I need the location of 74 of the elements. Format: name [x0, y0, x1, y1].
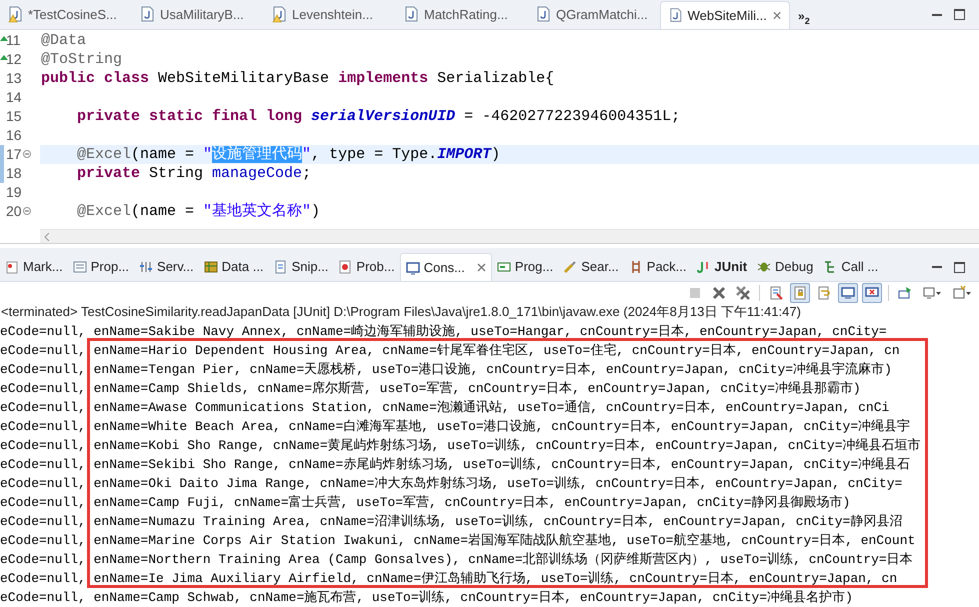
console-line: eCode=null, enName=Awase Communications Station, cnName=泡濑通讯站, useTo=通信, cnCountry=日本, enCountry=Japan, cnCi [0, 399, 890, 418]
console-error-icon[interactable] [862, 283, 882, 304]
code-line: @ToString [40, 50, 124, 69]
data-icon [204, 260, 218, 274]
console-line: eCode=null, enName=Ie Jima Auxiliary Airfield, cnName=伊江岛辅助飞行场, useTo=训练, cnCountry=日本, enCountry=Japan, cn [0, 570, 898, 588]
servers-icon [139, 260, 154, 274]
console-line: eCode=null, enName=Sekibi Sho Range, cnName=赤尾屿炸射练习场, useTo=训练, cnCountry=日本, enCountry=Japan, cnCity=冲绳县石 [0, 456, 912, 474]
maximize-icon [954, 262, 965, 273]
console-line: eCode=null, enName=Numazu Training Area, cnName=沼津训练场, useTo=训练, cnCountry=日本, enCountry=Japan, cnCity=静冈县沼 [0, 513, 904, 532]
debug-icon [757, 260, 772, 274]
view-tab[interactable]: Debug [752, 253, 818, 282]
console-line: eCode=null, enName=Camp Fuji, cnName=富士兵营, useTo=军营, cnCountry=日本, enCountry=Japan, cnCity=静冈县御殿场市) [0, 494, 852, 512]
line-number: 16 [5, 126, 22, 145]
maximize-icon [954, 9, 965, 20]
line-number: 15 [5, 106, 22, 126]
editor-tab[interactable]: UsaMilitaryB... [132, 0, 264, 29]
console-status-text: <terminated> TestCosineSimilarity.readJapanData [JUnit] D:\Program Files\Java\jre1.8.0_171\bin\javaw.exe (2024年8月13日 下午11:41:47) [0, 304, 802, 320]
code-line: @Excel(name = "基地英文名称") [76, 202, 322, 221]
editor-tab[interactable]: Levenshtein... [264, 0, 396, 29]
line-number: 17 [5, 144, 22, 164]
line-number: 13 [5, 68, 22, 88]
console-line: eCode=null, enName=Camp Shields, cnName=席尔斯营, useTo=军营, cnCountry=日本, enCountry=Japan, cnCity=冲绳县那霸市) [0, 380, 862, 398]
java-file-icon [536, 6, 550, 24]
view-tab[interactable]: Serv... [134, 253, 199, 282]
junit-icon [696, 260, 711, 274]
code-line: private String manageCode; [76, 164, 312, 183]
editor-tab[interactable]: *TestCosineS... [0, 0, 132, 29]
code-line: public class WebSiteMilitaryBase implements Serializable{ [40, 68, 556, 88]
line-number: 19 [5, 182, 22, 202]
code-line: private static final long serialVersionUID = -4620277223946004351L; [76, 106, 682, 126]
java-file-icon [404, 6, 418, 24]
editor-tab[interactable]: MatchRating... [396, 0, 528, 29]
view-tab[interactable]: Prop... [68, 253, 134, 282]
line-number: 14 [5, 88, 22, 107]
console-line: eCode=null, enName=Kobi Sho Range, cnName=黄尾屿炸射练习场, useTo=训练, cnCountry=日本, enCountry=Japan, cnCity=冲绳县石垣市 [0, 437, 922, 456]
view-tab[interactable]: Mark... [0, 253, 68, 282]
java-file-icon [669, 6, 682, 24]
properties-icon [72, 260, 87, 274]
editor-tab[interactable]: QGramMatchi... [528, 0, 660, 29]
code-line: @Data [40, 30, 88, 50]
view-tab[interactable]: Call ... [818, 253, 884, 282]
console-line: eCode=null, enName=Marine Corps Air Station Iwakuni, cnName=岩国海军陆战队航空基地, useTo=航空基地, cnCountry=日本, enCount [0, 532, 916, 550]
editor-tab[interactable]: WebSiteMili... [660, 0, 790, 29]
close-icon [772, 10, 781, 20]
line-number: 12 [5, 50, 22, 69]
view-tab[interactable]: Prob... [333, 253, 400, 282]
line-number: 18 [5, 164, 22, 183]
search-icon [563, 260, 578, 274]
console-icon [406, 260, 420, 275]
scroll-lock-icon[interactable] [790, 283, 810, 304]
view-tab[interactable]: Cons... [400, 253, 492, 282]
snippets-icon [274, 260, 288, 274]
java-file-icon [140, 6, 154, 24]
progress-icon [496, 260, 511, 274]
close-icon [476, 263, 486, 272]
console-line: eCode=null, enName=Sakibe Navy Annex, cnName=崎边海军辅助设施, useTo=Hangar, cnCountry=日本, enCountry=Japan, cnCity= [0, 323, 888, 342]
view-tab[interactable]: Data ... [198, 253, 269, 282]
markers-icon [5, 260, 19, 274]
line-number: 11 [5, 30, 21, 50]
console-line: eCode=null, enName=Camp Schwab, cnName=施瓦布营, useTo=训练, cnCountry=日本, enCountry=Japan, cnCity=冲绳县名护市) [0, 589, 854, 607]
view-tab[interactable]: Prog... [492, 253, 558, 282]
console-line: eCode=null, enName=Oki Daito Jima Range, cnName=冲大东岛炸射练习场, useTo=训练, cnCountry=日本, enCountry=Japan, cnCity= [0, 475, 904, 494]
console-line: eCode=null, enName=White Beach Area, cnName=白滩海军基地, useTo=港口设施, cnCountry=日本, enCountry=Japan, cnCity=冲绳县宇 [0, 418, 912, 436]
horizontal-scrollbar[interactable] [40, 229, 979, 244]
console-output-icon[interactable] [838, 283, 858, 304]
console-line: eCode=null, enName=Northern Training Area (Camp Gonsalves), cnName=北部训练场（冈萨维斯营区内）, useTo=训练, cnCountry=日本 [0, 551, 914, 570]
view-tab[interactable]: JUnit [692, 253, 752, 282]
line-number: 20 [5, 202, 22, 221]
view-tab[interactable]: Sear... [558, 253, 624, 282]
view-tab[interactable]: Pack... [624, 253, 692, 282]
view-tab[interactable]: Snip... [268, 253, 334, 282]
problems-icon [338, 260, 352, 274]
console-line: eCode=null, enName=Tengan Pier, cnName=天愿栈桥, useTo=港口设施, cnCountry=日本, enCountry=Japan, cnCity=冲绳县宇流麻市) [0, 361, 893, 380]
console-line: eCode=null, enName=Hario Dependent Housing Area, cnName=针尾军眷住宅区, useTo=住宅, cnCountry=日本, enCountry=Japan, cn [0, 342, 901, 360]
